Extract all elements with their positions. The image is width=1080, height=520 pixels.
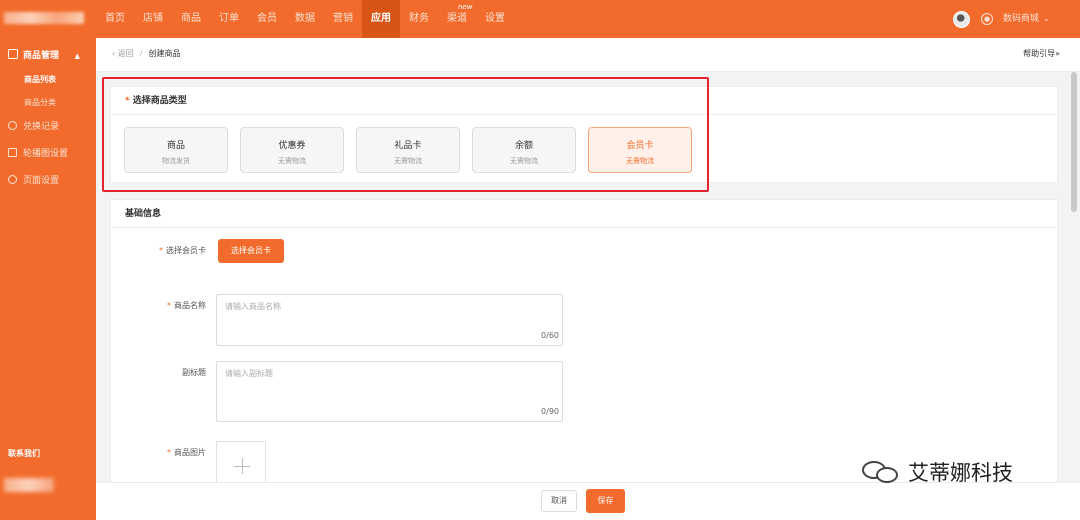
sidebar-item-carousel-settings[interactable]: 轮播图设置 [8, 146, 68, 162]
type-option-desc: 无需物流 [278, 157, 306, 165]
chevron-down-icon: ⌄ [1043, 14, 1050, 23]
product-name-input[interactable]: 请输入商品名称 0/60 [216, 294, 563, 346]
product-type-card: * 选择商品类型 商品 物流发货 优惠券 无需物流 礼品卡 无需物流 余额 无需物… [110, 86, 1058, 183]
nav-item-data[interactable]: 数据 [286, 0, 324, 38]
nav-item-finance[interactable]: 财务 [400, 0, 438, 38]
product-type-title: 选择商品类型 [132, 96, 187, 106]
type-option-desc: 无需物流 [510, 157, 538, 165]
type-option-name: 优惠券 [278, 141, 306, 151]
logo-blurred [4, 12, 84, 24]
main-nav: 首页 店铺 商品 订单 会员 数据 营销 应用 财务 渠道 new 设置 [96, 0, 514, 38]
chevron-up-icon: ▲ [74, 52, 80, 60]
product-name-label: * 商品名称 [106, 300, 206, 311]
subtitle-input[interactable]: 请输入副标题 0/90 [216, 361, 563, 422]
type-option-name: 会员卡 [626, 141, 654, 151]
type-option-name: 余额 [514, 141, 533, 151]
type-option-goods[interactable]: 商品 物流发货 [124, 127, 228, 173]
sidebar-item-goods-list[interactable]: 商品列表 [24, 74, 56, 85]
subtitle-char-count: 0/90 [541, 407, 559, 416]
sidebar-item-label: 页面设置 [23, 176, 60, 186]
sidebar-item-exchange-records[interactable]: 兑换记录 [8, 119, 59, 135]
sidebar-item-goods-category[interactable]: 商品分类 [24, 97, 56, 108]
type-option-member-card[interactable]: 会员卡 无需物流 [588, 127, 692, 173]
breadcrumb: ‹ 返回 / 创建商品 [112, 38, 180, 70]
store-name: 数码商城 [1003, 14, 1040, 24]
nav-item-marketing[interactable]: 营销 [324, 0, 362, 38]
product-image-label: * 商品图片 [106, 447, 206, 458]
sidebar-item-label: 轮播图设置 [23, 149, 69, 159]
nav-item-goods[interactable]: 商品 [172, 0, 210, 38]
type-option-desc: 无需物流 [626, 157, 654, 165]
product-type-options: 商品 物流发货 优惠券 无需物流 礼品卡 无需物流 余额 无需物流 会员卡 无需… [124, 127, 704, 173]
nav-item-store[interactable]: 店铺 [134, 0, 172, 38]
scrollbar[interactable] [1071, 72, 1077, 212]
type-option-desc: 物流发货 [162, 157, 190, 165]
avatar[interactable] [953, 11, 970, 28]
required-asterisk: * [125, 96, 130, 106]
product-name-char-count: 0/60 [541, 331, 559, 340]
required-asterisk: * [159, 246, 163, 255]
nav-item-orders[interactable]: 订单 [210, 0, 248, 38]
wechat-bubble-front [876, 467, 898, 483]
breadcrumb-current: 创建商品 [148, 49, 181, 58]
product-name-label-text: 商品名称 [174, 301, 206, 310]
select-member-card-button[interactable]: 选择会员卡 [218, 239, 284, 263]
store-icon: ● [981, 13, 993, 25]
contact-info-blurred [4, 478, 54, 492]
nav-item-members[interactable]: 会员 [248, 0, 286, 38]
contact-us[interactable]: 联系我们 [8, 448, 40, 459]
type-option-balance[interactable]: 余额 无需物流 [472, 127, 576, 173]
type-option-name: 商品 [166, 141, 185, 151]
store-switcher[interactable]: 数码商城 ⌄ [1003, 0, 1050, 38]
product-image-label-text: 商品图片 [174, 448, 206, 457]
subtitle-label: 副标题 [106, 367, 206, 378]
type-option-gift-card[interactable]: 礼品卡 无需物流 [356, 127, 460, 173]
back-icon[interactable]: ‹ [112, 49, 115, 58]
type-option-name: 礼品卡 [394, 141, 422, 151]
required-asterisk: * [167, 301, 171, 310]
basic-info-heading: 基础信息 [111, 200, 1057, 228]
wechat-watermark: 艾蒂娜科技 [862, 456, 1013, 488]
nav-item-channels-label: 渠道 [447, 13, 467, 24]
help-guide-label: 帮助引导 [1023, 49, 1056, 58]
help-guide-link[interactable]: 帮助引导» [1023, 38, 1060, 70]
nav-item-home[interactable]: 首页 [96, 0, 134, 38]
breadcrumb-bar: ‹ 返回 / 创建商品 帮助引导» [96, 38, 1080, 72]
record-icon [8, 121, 17, 130]
double-chevron-right-icon: » [1055, 49, 1060, 58]
member-card-label-text: 选择会员卡 [166, 246, 206, 255]
wechat-icon [862, 459, 902, 485]
top-navbar: 首页 店铺 商品 订单 会员 数据 营销 应用 财务 渠道 new 设置 ● 数… [0, 0, 1080, 38]
product-type-heading: * 选择商品类型 [111, 87, 1057, 115]
watermark-text: 艾蒂娜科技 [908, 461, 1013, 485]
document-icon [8, 49, 18, 59]
cancel-button[interactable]: 取消 [541, 490, 577, 512]
breadcrumb-back[interactable]: 返回 [118, 49, 134, 58]
sidebar-group-label: 商品管理 [23, 51, 60, 61]
subtitle-label-text: 副标题 [182, 368, 206, 377]
subtitle-placeholder: 请输入副标题 [225, 369, 273, 378]
image-icon [8, 148, 17, 157]
basic-info-card: 基础信息 * 选择会员卡 选择会员卡 * 商品名称 请输入商品名称 0/60 副标题… [110, 199, 1058, 490]
new-badge: new [458, 3, 473, 11]
sidebar-group-goods-management[interactable]: 商品管理 ▲ [0, 46, 96, 66]
sidebar-item-page-settings[interactable]: 页面设置 [8, 173, 59, 189]
nav-item-channels[interactable]: 渠道 new [438, 0, 476, 38]
member-card-label: * 选择会员卡 [106, 245, 206, 256]
plus-icon-vertical [242, 458, 243, 474]
product-name-placeholder: 请输入商品名称 [225, 302, 281, 311]
sidebar: 商品管理 ▲ 商品列表 商品分类 兑换记录 轮播图设置 页面设置 联系我们 [0, 38, 96, 520]
required-asterisk: * [167, 448, 171, 457]
nav-item-settings[interactable]: 设置 [476, 0, 514, 38]
gear-icon [8, 175, 17, 184]
type-option-coupon[interactable]: 优惠券 无需物流 [240, 127, 344, 173]
nav-item-apps[interactable]: 应用 [362, 0, 400, 38]
sidebar-item-label: 兑换记录 [23, 122, 60, 132]
save-button[interactable]: 保存 [586, 489, 625, 513]
breadcrumb-separator: / [139, 49, 143, 58]
type-option-desc: 无需物流 [394, 157, 422, 165]
